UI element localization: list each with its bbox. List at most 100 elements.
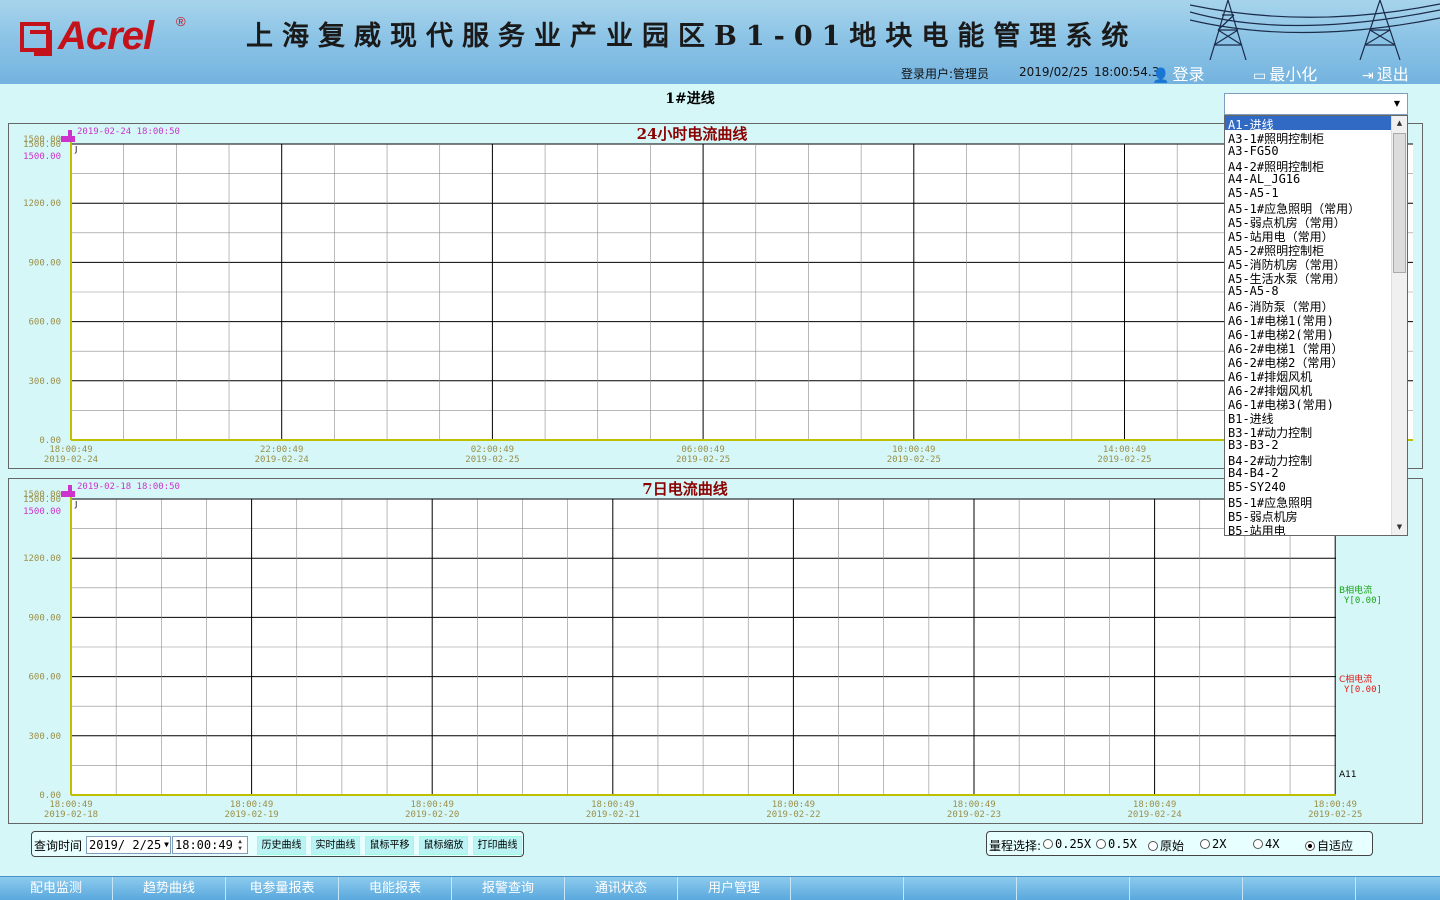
range-option-2x[interactable]: 2X [1200, 837, 1226, 851]
realtime-curve-button[interactable]: 实时曲线 [311, 836, 360, 855]
x-tick-date: 2019-02-22 [766, 810, 820, 820]
system-title: 上海复威现代服务业产业园区B1-01地块电能管理系统 [246, 21, 1138, 52]
radio-icon [1043, 839, 1053, 849]
nav-alarm-query[interactable]: 报警查询 [452, 877, 565, 900]
query-date-value: 2019/ 2/25 [89, 838, 162, 852]
circuit-option[interactable]: B5-弱点机房 [1225, 508, 1392, 522]
circuit-option[interactable]: A6-1#电梯1(常用) [1225, 312, 1392, 326]
acrel-logo-icon [20, 22, 52, 56]
time-spinner-icon[interactable]: ▲ ▼ [234, 838, 246, 852]
cursor-handle[interactable] [68, 130, 72, 140]
scroll-up-icon[interactable]: ▲ [1392, 116, 1407, 131]
nav-distribution-monitor[interactable]: 配电监测 [0, 877, 113, 900]
nav-user-management[interactable]: 用户管理 [678, 877, 791, 900]
scroll-down-icon[interactable]: ▼ [1392, 520, 1407, 535]
header-time: 18:00:54.3 [1094, 65, 1160, 79]
calendar-dropdown-icon[interactable]: ▼ [164, 837, 169, 853]
nav-empty-slot[interactable] [1130, 877, 1243, 900]
circuit-option[interactable]: A4-AL_JG16 [1225, 172, 1392, 186]
dropdown-arrow-icon[interactable]: ▼ [1389, 96, 1405, 112]
header-date: 2019/02/25 [1019, 65, 1089, 79]
dropdown-scrollbar[interactable]: ▲ ▼ [1391, 116, 1407, 535]
cursor-time-label: 2019-02-18 18:00:50 [77, 482, 180, 492]
circuit-option[interactable]: A1-进线 [1225, 116, 1392, 130]
cursor-value-label: 1500.00 [23, 507, 61, 517]
nav-empty-slot[interactable] [1243, 877, 1356, 900]
circuit-dropdown-list[interactable]: A1-进线 A3-1#照明控制柜 A3-FG50 A4-2#照明控制柜 A4-AL_JG… [1224, 115, 1408, 536]
circuit-option[interactable]: B3-1#动力控制 [1225, 424, 1392, 438]
scroll-thumb[interactable] [1393, 133, 1406, 273]
circuit-option[interactable]: A4-2#照明控制柜 [1225, 158, 1392, 172]
nav-empty-slot[interactable] [1017, 877, 1130, 900]
y-tick-label: 300.00 [28, 732, 61, 742]
range-option-auto[interactable]: 自适应 [1305, 837, 1353, 854]
circuit-option[interactable]: A3-1#照明控制柜 [1225, 130, 1392, 144]
x-tick-date: 2019-02-23 [947, 810, 1001, 820]
circuit-select[interactable]: ▼ [1224, 93, 1408, 115]
circuit-option[interactable]: A6-消防泵（常用） [1225, 298, 1392, 312]
cursor-value-label: 1500.00 [23, 152, 61, 162]
nav-parameter-report[interactable]: 电参量报表 [226, 877, 339, 900]
circuit-option[interactable]: A5-弱点机房（常用） [1225, 214, 1392, 228]
logout-button[interactable]: ⇥ 退出 [1362, 61, 1409, 84]
login-button[interactable]: 👤 登录 [1152, 61, 1204, 84]
circuit-option[interactable]: B4-2#动力控制 [1225, 452, 1392, 466]
cursor-indicator: J [74, 145, 77, 154]
x-tick-date: 2019-02-25 [887, 455, 941, 465]
range-option-4x[interactable]: 4X [1253, 837, 1279, 851]
nav-energy-report[interactable]: 电能报表 [339, 877, 452, 900]
circuit-option[interactable]: A6-2#排烟风机 [1225, 382, 1392, 396]
circuit-option[interactable]: B5-1#应急照明 [1225, 494, 1392, 508]
minimize-icon: ▭ [1253, 68, 1267, 84]
x-tick-time: 10:00:49 [892, 445, 935, 455]
nav-empty-slot[interactable] [1356, 877, 1440, 900]
circuit-option[interactable]: A3-FG50 [1225, 144, 1392, 158]
cursor-indicator: J [74, 500, 77, 509]
print-curve-button[interactable]: 打印曲线 [473, 836, 522, 855]
series-legend-value: Y[0.00] [1344, 596, 1382, 606]
circuit-option[interactable]: A5-A5-8 [1225, 284, 1392, 298]
x-tick-date: 2019-02-24 [44, 455, 98, 465]
mouse-pan-button[interactable]: 鼠标平移 [365, 836, 414, 855]
nav-trend-curve[interactable]: 趋势曲线 [113, 877, 226, 900]
circuit-option[interactable]: B5-SY240 [1225, 480, 1392, 494]
x-tick-date: 2019-02-24 [255, 455, 309, 465]
circuit-option[interactable]: A5-站用电（常用） [1225, 228, 1392, 242]
query-time-picker[interactable]: 18:00:49 ▲ ▼ [172, 836, 248, 854]
circuit-option[interactable]: A6-1#电梯3(常用) [1225, 396, 1392, 410]
query-date-picker[interactable]: 2019/ 2/25 ▼ [86, 836, 171, 854]
range-option-original[interactable]: 原始 [1148, 837, 1184, 854]
circuit-option[interactable]: B5-站用电 [1225, 522, 1392, 535]
circuit-option[interactable]: A5-A5-1 [1225, 186, 1392, 200]
circuit-option[interactable]: A6-2#电梯2（常用） [1225, 354, 1392, 368]
cursor-handle[interactable] [68, 485, 72, 495]
circuit-option[interactable]: A5-2#照明控制柜 [1225, 242, 1392, 256]
circuit-option[interactable]: B3-B3-2 [1225, 438, 1392, 452]
circuit-option[interactable]: A5-1#应急照明（常用） [1225, 200, 1392, 214]
chart-title: 7日电流曲线 [642, 480, 727, 498]
nav-comm-status[interactable]: 通讯状态 [565, 877, 678, 900]
mouse-zoom-button[interactable]: 鼠标缩放 [419, 836, 468, 855]
circuit-option[interactable]: A5-消防机房（常用） [1225, 256, 1392, 270]
chart-24h[interactable]: 0.00300.00600.00900.001200.001500.001500… [9, 124, 1424, 470]
x-tick-time: 06:00:49 [681, 445, 724, 455]
x-tick-date: 2019-02-20 [405, 810, 459, 820]
minimize-button[interactable]: ▭ 最小化 [1253, 61, 1317, 84]
query-toolbar: 查询时间 2019/ 2/25 ▼ 18:00:49 ▲ ▼ 历史曲线 实时曲线 … [31, 831, 524, 857]
range-option-0-5x[interactable]: 0.5X [1096, 837, 1137, 851]
circuit-option[interactable]: A6-1#排烟风机 [1225, 368, 1392, 382]
chart-7d[interactable]: 0.00300.00600.00900.001200.001500.001500… [9, 479, 1424, 825]
nav-empty-slot[interactable] [904, 877, 1017, 900]
nav-empty-slot[interactable] [791, 877, 904, 900]
circuit-option[interactable]: A6-1#电梯2(常用) [1225, 326, 1392, 340]
app-header: Acrel ® 上海复威现代服务业产业园区B1-01地块电能管理系统 登录用户:… [0, 0, 1440, 84]
y-top-label: 1500.00 [23, 135, 61, 145]
range-option-0-25x[interactable]: 0.25X [1043, 837, 1091, 851]
circuit-option[interactable]: B4-B4-2 [1225, 466, 1392, 480]
circuit-option[interactable]: A6-2#电梯1（常用） [1225, 340, 1392, 354]
history-curve-button[interactable]: 历史曲线 [257, 836, 306, 855]
circuit-option[interactable]: B1-进线 [1225, 410, 1392, 424]
page-title: 1#进线 [665, 91, 715, 107]
chart-7d-panel: 0.00 300.00 600.00 900.00 1200.00 1500.00 1500… [8, 478, 1423, 824]
circuit-option[interactable]: A5-生活水泵（常用） [1225, 270, 1392, 284]
